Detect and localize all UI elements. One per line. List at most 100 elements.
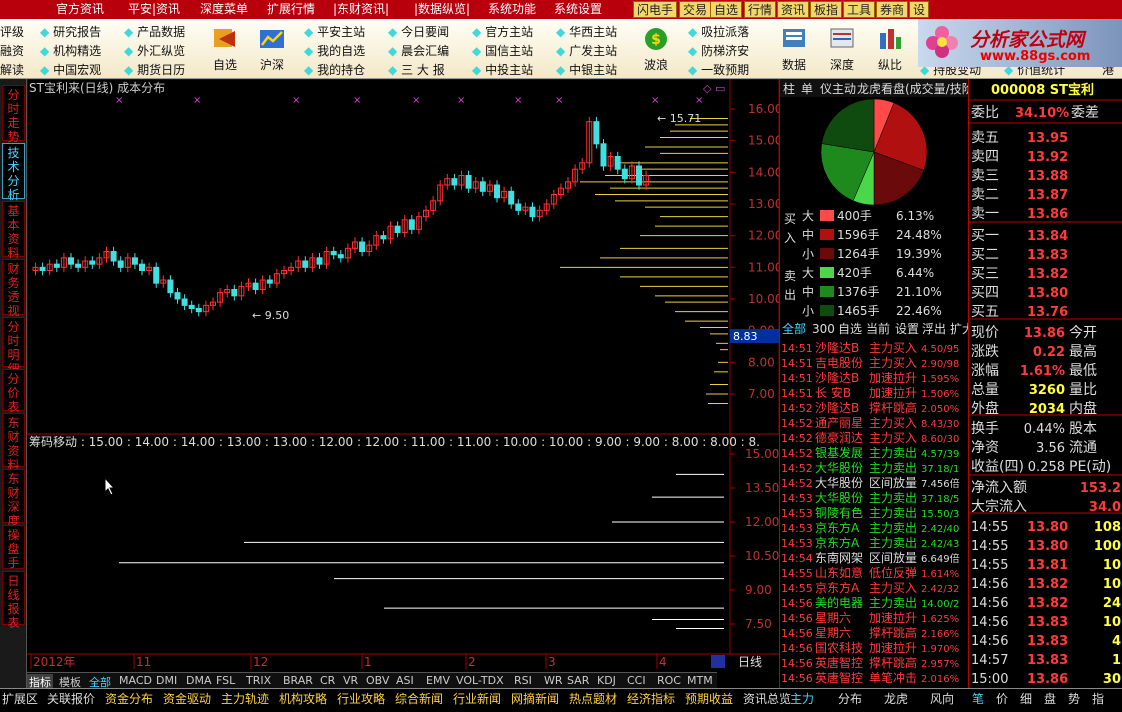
scroll-handle[interactable] [711, 655, 725, 668]
monitor-bottom-tab[interactable]: 风向 [930, 690, 954, 707]
toolbar-item[interactable]: ◆ 期货日历 [124, 61, 185, 78]
bid-price[interactable]: 13.83 [1027, 248, 1068, 263]
quote-bottom-tab[interactable]: 盘 [1044, 690, 1056, 707]
event-stock[interactable]: 德豪润达 [815, 430, 863, 445]
menu-depth[interactable]: 深度菜单 [200, 1, 248, 18]
event-stock[interactable]: 通产丽星 [815, 416, 863, 430]
toolbar-item[interactable]: ◆ 中投主站 [472, 61, 533, 78]
event-stock[interactable]: 大华股份 [815, 461, 863, 475]
menu-eastmoney-news[interactable]: |东财资讯| [333, 1, 389, 18]
tab-news[interactable]: 资讯 [777, 1, 810, 18]
left-tab-2[interactable]: 技术分析 [2, 143, 25, 202]
left-tab-5[interactable]: 分时明细 [2, 317, 25, 376]
bottom-nav-item[interactable]: 扩展区 [2, 690, 38, 707]
toolbar-item[interactable]: ◆ 我的持仓 [304, 61, 365, 78]
toolbar-item[interactable]: ◆ 国信主站 [472, 42, 533, 59]
quote-bottom-tab[interactable]: 势 [1068, 690, 1080, 707]
bid-price[interactable]: 13.82 [1027, 267, 1068, 282]
indicator-tab[interactable]: 指标 [27, 674, 53, 688]
event-stock[interactable]: 铜陵有色 [815, 505, 863, 520]
event-stock[interactable]: 大华股份 [815, 476, 863, 490]
tab-quotes[interactable]: 行情 [744, 1, 777, 18]
indicator-tab[interactable]: VR [341, 674, 360, 687]
indicator-tab[interactable]: EMV [424, 674, 452, 687]
menu-data-overview[interactable]: |数据纵览| [414, 1, 470, 18]
toolbar-item[interactable]: ◆ 研究报告 [40, 23, 101, 40]
left-tab-4[interactable]: 财务透视 [2, 259, 25, 318]
toolbar-item[interactable]: ◆ 吸拉派落 [688, 23, 749, 40]
toolbar-item[interactable]: ◆ 今日要闻 [388, 23, 449, 40]
event-stock[interactable]: 京东方A [815, 580, 860, 595]
indicator-tab[interactable]: ROC [655, 674, 683, 687]
bottom-nav-item[interactable]: 经济指标 [627, 690, 675, 707]
ask-price[interactable]: 13.86 [1027, 207, 1068, 222]
indicator-tab[interactable]: 模板 [57, 674, 83, 688]
ask-price[interactable]: 13.95 [1027, 131, 1068, 146]
indicator-tab[interactable]: MTM [685, 674, 715, 687]
indicator-tab[interactable]: SAR [565, 674, 591, 687]
bottom-nav-item[interactable]: 关联报价 [47, 690, 95, 707]
indicator-tab[interactable]: TRIX [244, 674, 273, 687]
toolbar-item[interactable]: ◆ 中银主站 [556, 61, 617, 78]
tab-watchlist[interactable]: 自选 [710, 1, 743, 18]
bottom-nav-item[interactable]: 资金驱动 [163, 690, 211, 707]
data-button[interactable]: 数据 [774, 23, 814, 73]
event-stock[interactable]: 吉电股份 [815, 356, 863, 370]
tab-settings[interactable]: 设 [909, 1, 930, 18]
bottom-nav-item[interactable]: 网摘新闻 [511, 690, 559, 707]
filter-tab[interactable]: 自选 [838, 322, 862, 336]
event-stock[interactable]: 京东方A [815, 520, 860, 535]
event-stock[interactable]: 长 安B [815, 385, 851, 400]
indicator-tab[interactable]: ASI [394, 674, 416, 687]
filter-tab[interactable]: 设置 [895, 322, 919, 336]
bottom-nav-item[interactable]: 行业攻略 [337, 690, 385, 707]
event-stock[interactable]: 英唐智控 [815, 655, 863, 670]
indicator-tab[interactable]: MACD [117, 674, 154, 687]
left-tab-6[interactable]: 分价表 [2, 369, 25, 414]
indicator-tab[interactable]: KDJ [595, 674, 618, 687]
bottom-nav-item[interactable]: 预期收益 [685, 690, 733, 707]
toolbar-margin[interactable]: 融资 [0, 42, 24, 59]
shanghai-shenzhen-button[interactable]: 沪深 [252, 23, 292, 73]
tab-flash[interactable]: 闪电手 [633, 1, 678, 18]
bottom-nav-item[interactable]: 主力轨迹 [221, 690, 269, 707]
monitor-bottom-tab[interactable]: 主力 [790, 690, 814, 707]
compare-button[interactable]: 纵比 [870, 23, 910, 73]
bottom-nav-item[interactable]: 机构攻略 [279, 690, 327, 707]
quote-bottom-tab[interactable]: 价 [996, 690, 1008, 707]
event-stock[interactable]: 京东方A [815, 535, 860, 550]
bid-price[interactable]: 13.80 [1027, 286, 1068, 301]
watchlist-button[interactable]: 自选 [205, 23, 245, 73]
menu-system-settings[interactable]: 系统设置 [554, 1, 602, 18]
period-label[interactable]: 日线 [738, 655, 762, 669]
toolbar-item[interactable]: ◆ 防梯济安 [688, 42, 749, 59]
bottom-nav-item[interactable]: 行业新闻 [453, 690, 501, 707]
ask-price[interactable]: 13.87 [1027, 188, 1068, 203]
indicator-tab[interactable]: RSI [512, 674, 534, 687]
tab-trade[interactable]: 交易 [679, 1, 712, 18]
indicator-tab[interactable]: FSL [214, 674, 237, 687]
menu-pingan-news[interactable]: 平安|资讯 [128, 1, 180, 18]
menu-official-news[interactable]: 官方资讯 [56, 1, 104, 18]
bid-price[interactable]: 13.84 [1027, 229, 1068, 244]
ask-price[interactable]: 13.92 [1027, 150, 1068, 165]
filter-tab[interactable]: 300 [812, 322, 835, 336]
toolbar-item[interactable]: ◆ 外汇纵览 [124, 42, 185, 59]
toolbar-item[interactable]: ◆ 一致预期 [688, 61, 749, 78]
indicator-tab[interactable]: DMA [184, 674, 214, 687]
filter-tab[interactable]: 当前 [866, 321, 890, 336]
filter-tab[interactable]: 全部 [782, 321, 806, 336]
indicator-tab[interactable]: CR [318, 674, 337, 687]
toolbar-item[interactable]: ◆ 晨会汇编 [388, 42, 449, 59]
quote-bottom-tab[interactable]: 笔 [972, 690, 984, 707]
sidebar-tab[interactable]: 仪主动 [820, 82, 856, 96]
quote-bottom-tab[interactable]: 指 [1092, 690, 1104, 707]
bottom-nav-item[interactable]: 综合新闻 [395, 690, 443, 707]
event-stock[interactable]: 星期六 [815, 626, 851, 640]
bottom-nav-item[interactable]: 资讯总览 [743, 690, 791, 707]
toolbar-item[interactable]: ◆ 三 大 报 [388, 61, 445, 78]
sidebar-tab[interactable]: 柱 [783, 81, 795, 96]
toolbar-item[interactable]: ◆ 官方主站 [472, 23, 533, 40]
sidebar-tab[interactable]: 单 [801, 82, 813, 96]
filter-tab[interactable]: 浮出 [922, 322, 946, 336]
